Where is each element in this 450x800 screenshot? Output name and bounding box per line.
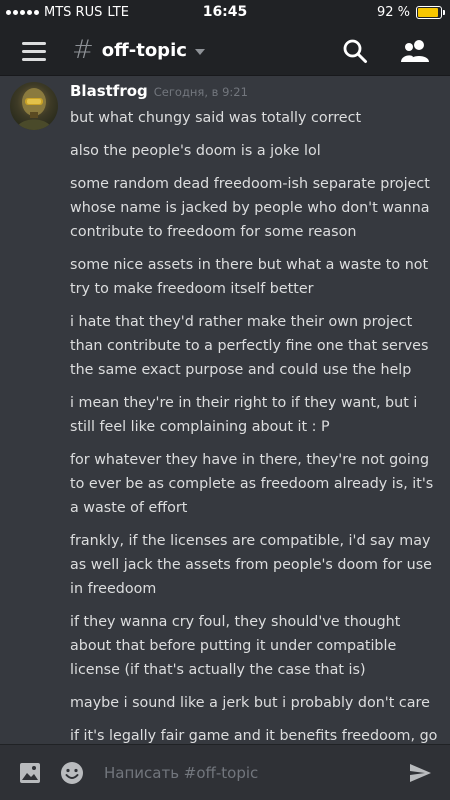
- message-header: Blastfrog Сегодня, в 9:21: [70, 82, 248, 100]
- message-text[interactable]: for whatever they have in there, they're…: [70, 448, 442, 520]
- status-bar: MTS RUS LTE 16:45 92 %: [0, 0, 450, 26]
- message-input[interactable]: [104, 759, 394, 787]
- members-icon[interactable]: [400, 38, 430, 64]
- emoji-icon[interactable]: [60, 761, 84, 785]
- message-text[interactable]: i mean they're in their right to if they…: [70, 391, 442, 439]
- avatar-image: [16, 88, 52, 130]
- send-icon[interactable]: [408, 761, 432, 785]
- avatar[interactable]: [10, 82, 58, 130]
- menu-icon[interactable]: [22, 42, 46, 61]
- message-group: but what chungy said was totally correct…: [70, 106, 442, 744]
- battery-percent: 92 %: [376, 5, 410, 20]
- message-text[interactable]: i hate that they'd rather make their own…: [70, 310, 442, 382]
- author-name[interactable]: Blastfrog: [70, 82, 148, 100]
- channel-header: # off-topic: [0, 26, 450, 76]
- image-icon[interactable]: [18, 761, 42, 785]
- message-text[interactable]: if they wanna cry foul, they should've t…: [70, 610, 442, 682]
- message-text[interactable]: also the people's doom is a joke lol: [70, 139, 442, 163]
- battery-icon: [416, 6, 445, 19]
- message-text[interactable]: maybe i sound like a jerk but i probably…: [70, 691, 442, 715]
- message-list[interactable]: Blastfrog Сегодня, в 9:21 but what chung…: [0, 76, 450, 744]
- message-text[interactable]: some nice assets in there but what a was…: [70, 253, 442, 301]
- channel-title[interactable]: # off-topic: [72, 37, 205, 63]
- search-icon[interactable]: [342, 38, 368, 64]
- message-text[interactable]: if it's legally fair game and it benefit…: [70, 724, 442, 744]
- message-text[interactable]: some random dead freedoom-ish separate p…: [70, 172, 442, 244]
- message-text[interactable]: frankly, if the licenses are compatible,…: [70, 529, 442, 601]
- message-text[interactable]: but what chungy said was totally correct: [70, 106, 442, 130]
- message-timestamp: Сегодня, в 9:21: [153, 85, 248, 99]
- chevron-down-icon: [194, 48, 205, 55]
- battery-info: 92 %: [376, 5, 445, 20]
- battery-level: [418, 8, 439, 17]
- channel-hash-icon: #: [72, 35, 94, 65]
- channel-name: off-topic: [101, 39, 187, 61]
- message-composer: [0, 744, 450, 800]
